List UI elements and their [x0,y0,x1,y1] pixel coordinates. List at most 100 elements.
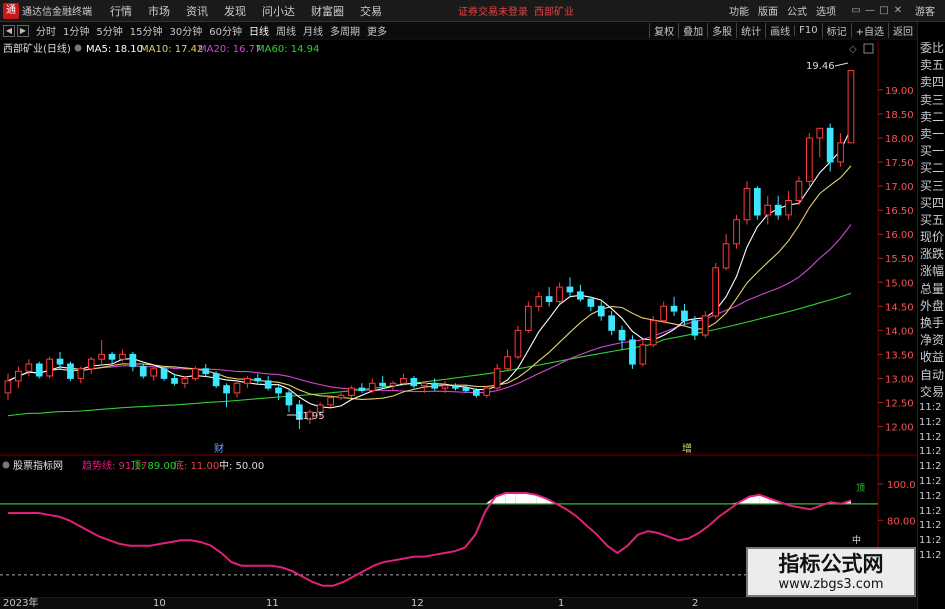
candle-body [504,356,511,370]
quote-field-label[interactable]: 换手 [918,315,945,332]
price-tick-label: 16.50 [885,206,914,217]
period-tab[interactable]: 更多 [367,23,387,38]
guest-label[interactable]: 游客 [915,3,935,18]
candle-body [795,180,803,202]
candle-body [410,378,418,387]
tool-button[interactable]: 统计 [736,23,765,38]
candle[interactable] [67,361,74,381]
candle[interactable] [192,366,199,381]
quote-field-label[interactable]: 卖三 [918,92,945,109]
candle-body [556,286,563,303]
quote-field-label[interactable]: 收益 [918,349,945,366]
increase-marker[interactable]: 增 [682,442,692,455]
quote-field-label[interactable]: 现价 [918,229,945,246]
kline-chart[interactable]: 西部矿业(日线) MA5: 18.10 MA10: 17.42 MA20: 16… [0,41,917,597]
tool-button[interactable]: 叠加 [678,23,707,38]
candle[interactable] [733,214,740,249]
period-tab[interactable]: 15分钟 [130,23,163,38]
ma20-legend: MA20: 16.77 [198,44,261,55]
quote-field-label[interactable]: 净资 [918,332,945,349]
quote-field-label[interactable]: 外盘 [918,298,945,315]
candle-body [535,296,543,307]
quote-field-label[interactable]: 买五 [918,212,945,229]
quote-field-label[interactable]: 交易 [918,384,945,401]
candle[interactable] [525,301,532,333]
candle-body [587,298,595,307]
period-tab[interactable]: 5分钟 [96,23,122,38]
quote-field-label[interactable]: 涨跌 [918,246,945,263]
period-tab[interactable]: 60分钟 [209,23,242,38]
quote-field-label[interactable]: 买四 [918,195,945,212]
period-tab[interactable]: 1分钟 [63,23,89,38]
quote-field-label[interactable]: 卖二 [918,109,945,126]
tool-button[interactable]: 返回 [888,23,917,38]
period-tab[interactable]: 周线 [276,23,296,38]
quote-field-label[interactable]: 总量 [918,281,945,298]
menu-item[interactable]: 资讯 [186,3,208,19]
period-tab[interactable]: 分时 [36,23,56,38]
candle[interactable] [806,133,813,187]
minimize-icon[interactable]: — [863,5,877,16]
candle[interactable] [847,70,855,144]
period-tab[interactable]: 30分钟 [169,23,202,38]
trade-time: 11:2 [919,475,942,487]
candle[interactable] [35,361,43,379]
period-tab[interactable]: 多周期 [330,23,360,38]
right-menu-item[interactable]: 版面 [758,3,778,18]
tool-button[interactable]: +自选 [850,23,888,38]
candle-body [420,382,428,387]
candle[interactable] [160,366,168,381]
candle[interactable] [649,315,657,348]
quote-field-label[interactable]: 自动 [918,367,945,384]
candle-body [681,310,688,322]
quote-field-label[interactable]: 卖四 [918,74,945,91]
candle[interactable] [139,364,147,379]
tool-button[interactable]: 复权 [649,23,678,38]
maximize-icon[interactable]: □ [877,5,891,16]
period-tab[interactable]: 月线 [303,23,323,38]
menu-item[interactable]: 行情 [110,3,132,19]
menu-item[interactable]: 财富圈 [311,3,344,19]
quote-field-label[interactable]: 委比 [918,40,945,57]
candle-body [618,329,626,341]
right-menu-item[interactable]: 公式 [787,3,807,18]
restore-window-icon[interactable]: ▭ [849,5,863,16]
login-notice[interactable]: 证券交易未登录 [458,3,528,18]
candle-body [4,380,12,394]
menu-item[interactable]: 交易 [360,3,382,19]
candle[interactable] [712,263,719,319]
candle[interactable] [212,371,220,389]
tool-button[interactable]: F10 [794,25,821,36]
menu-item[interactable]: 发现 [224,3,246,19]
legend-settings-icon[interactable] [74,44,82,52]
quote-field-label[interactable]: 买三 [918,178,945,195]
quote-field-label[interactable]: 卖一 [918,126,945,143]
candle[interactable] [629,335,636,369]
candle[interactable] [514,325,522,360]
candle[interactable] [754,186,761,220]
stock-tag[interactable]: 西部矿业 [534,3,574,18]
tool-button[interactable]: 多股 [707,23,736,38]
tool-button[interactable]: 画线 [765,23,794,38]
quote-field-label[interactable]: 买一 [918,143,945,160]
menu-item[interactable]: 市场 [148,3,170,19]
menu-item[interactable]: 问小达 [262,3,295,19]
candle-body [816,127,824,139]
date-axis: 2023年 10 11 12 1 2 [0,597,917,609]
quote-field-label[interactable]: 涨幅 [918,263,945,280]
price-tick-label: 17.00 [885,182,914,193]
period-tab[interactable]: 日线 [249,23,269,38]
right-menu-item[interactable]: 选项 [816,3,836,18]
prev-arrow-icon[interactable]: ◀ [3,24,15,37]
close-icon[interactable]: ✕ [891,5,905,16]
next-arrow-icon[interactable]: ▶ [17,24,29,37]
sub-legend-settings-icon[interactable] [2,461,10,469]
candle[interactable] [46,356,53,379]
finance-marker[interactable]: 财 [214,442,224,455]
quote-field-label[interactable]: 买二 [918,160,945,177]
quote-field-label[interactable]: 卖五 [918,57,945,74]
right-menu-item[interactable]: 功能 [729,3,749,18]
chart-tools: 复权 叠加 多股 统计 画线 F10 标记 +自选 返回 [649,23,917,38]
tool-button[interactable]: 标记 [821,23,851,38]
chart-diamond-icon[interactable]: ◇ [849,44,857,55]
